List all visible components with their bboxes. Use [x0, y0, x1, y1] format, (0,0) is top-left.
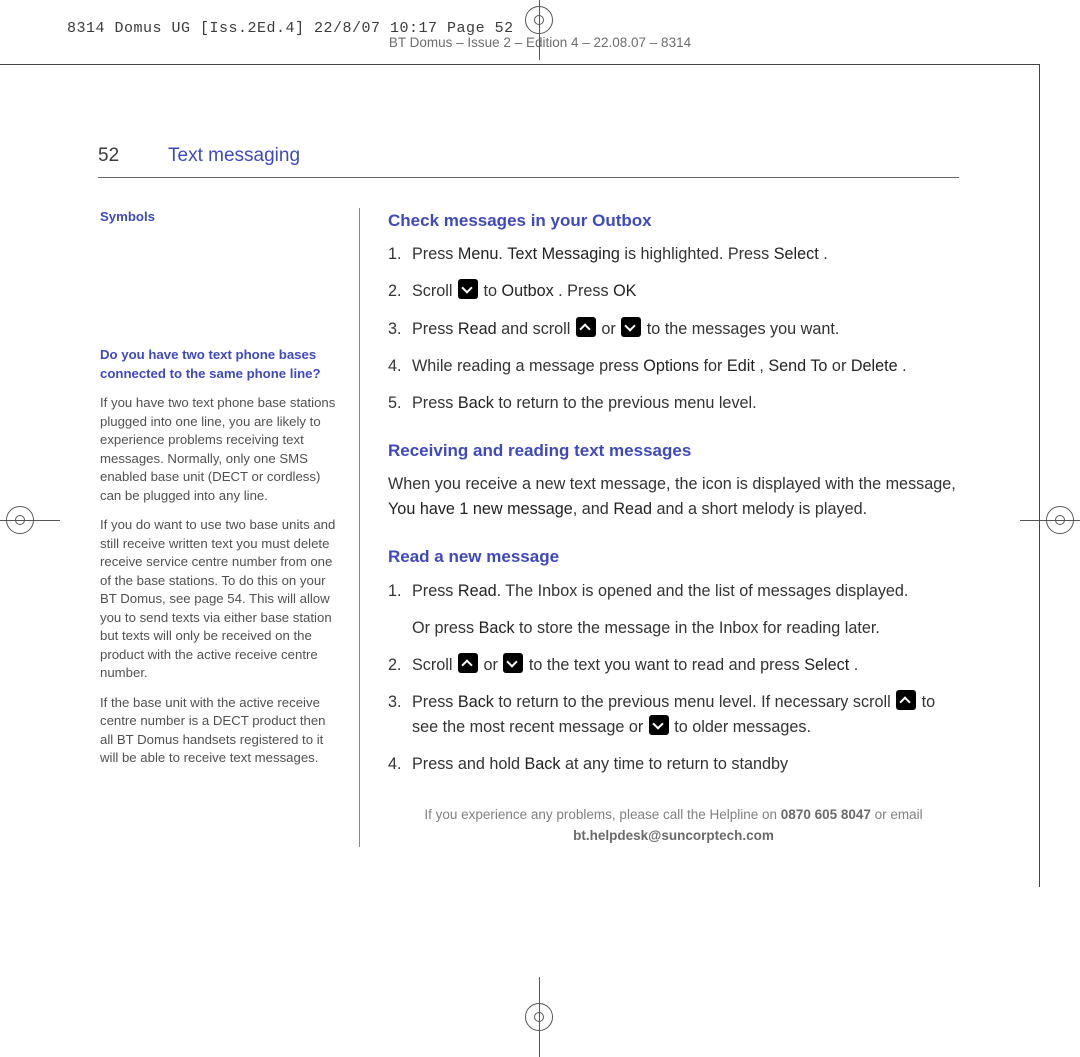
chevron-down-icon	[621, 317, 641, 337]
sidebar-para: If the base unit with the active receive…	[100, 694, 341, 768]
list-item: Scroll or to the text you want to read a…	[388, 653, 959, 678]
heading-receiving: Receiving and reading text messages	[388, 438, 959, 464]
heading-read-new: Read a new message	[388, 544, 959, 570]
page-number: 52	[98, 145, 128, 167]
page-title: Text messaging	[168, 145, 300, 167]
heading-check-outbox: Check messages in your Outbox	[388, 208, 959, 234]
read-new-steps: Press Read. The Inbox is opened and the …	[388, 579, 959, 778]
helpline-phone: 0870 605 8047	[781, 807, 871, 822]
list-item: Scroll to Outbox . Press OK	[388, 279, 959, 304]
chevron-down-icon	[458, 279, 478, 299]
sidebar-question: Do you have two text phone bases connect…	[100, 346, 341, 383]
sidebar: Symbols Do you have two text phone bases…	[100, 208, 360, 847]
list-item: Press Read and scroll or to the messages…	[388, 317, 959, 342]
list-item: Press and hold Back at any time to retur…	[388, 752, 959, 777]
main-content: Check messages in your Outbox Press Menu…	[360, 208, 959, 847]
list-item: Press Back to return to the previous men…	[388, 391, 959, 416]
chevron-down-icon	[649, 715, 669, 735]
sidebar-para: If you have two text phone base stations…	[100, 394, 341, 505]
sidebar-heading-symbols: Symbols	[100, 208, 341, 226]
chevron-up-icon	[896, 690, 916, 710]
page-header: 52 Text messaging	[98, 145, 959, 178]
registration-mark-icon	[499, 977, 579, 1057]
list-item: Press Menu. Text Messaging is highlighte…	[388, 242, 959, 267]
chevron-up-icon	[458, 653, 478, 673]
list-item-subpara: Or press Back to store the message in th…	[412, 616, 959, 641]
list-item: While reading a message press Options fo…	[388, 354, 959, 379]
list-item: Press Read. The Inbox is opened and the …	[388, 579, 959, 641]
receiving-paragraph: When you receive a new text message, the…	[388, 472, 959, 522]
sidebar-para: If you do want to use two base units and…	[100, 516, 341, 682]
chevron-up-icon	[576, 317, 596, 337]
page-frame: 52 Text messaging Symbols Do you have tw…	[0, 64, 1040, 887]
list-item: Press Back to return to the previous men…	[388, 690, 959, 740]
helpline-email: bt.helpdesk@suncorptech.com	[573, 828, 774, 843]
check-outbox-steps: Press Menu. Text Messaging is highlighte…	[388, 242, 959, 416]
registration-mark-icon	[499, 0, 579, 60]
footer-help: If you experience any problems, please c…	[388, 805, 959, 847]
chevron-down-icon	[503, 653, 523, 673]
